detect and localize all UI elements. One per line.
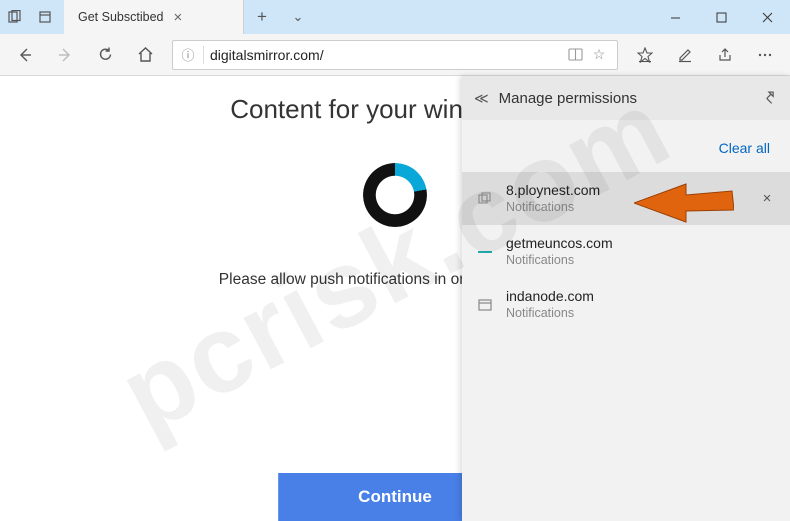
permission-domain: indanode.com bbox=[506, 288, 776, 306]
refresh-button[interactable] bbox=[86, 36, 124, 74]
separator bbox=[203, 46, 204, 64]
window-controls bbox=[652, 0, 790, 34]
permission-sub: Notifications bbox=[506, 253, 776, 269]
tab-close-icon[interactable]: × bbox=[173, 9, 182, 26]
tab-title: Get Subsctibed bbox=[78, 10, 163, 24]
reading-view-icon[interactable] bbox=[563, 47, 587, 62]
share-button[interactable] bbox=[706, 36, 744, 74]
permission-text: indanode.comNotifications bbox=[506, 288, 776, 321]
tabs-list-icon[interactable] bbox=[30, 0, 60, 34]
permission-item[interactable]: 8.ploynest.comNotifications× bbox=[462, 172, 790, 225]
toolbar: ⓘ digitalsmirror.com/ ☆ bbox=[0, 34, 790, 76]
browser-tab[interactable]: Get Subsctibed × bbox=[64, 0, 244, 34]
permission-item[interactable]: getmeuncos.comNotifications bbox=[462, 225, 790, 278]
permission-text: getmeuncos.comNotifications bbox=[506, 235, 776, 268]
favorite-star-icon[interactable]: ☆ bbox=[587, 46, 611, 63]
clear-all-link[interactable]: Clear all bbox=[719, 140, 770, 156]
permission-sub: Notifications bbox=[506, 306, 776, 322]
panel-back-icon[interactable]: ≪ bbox=[474, 90, 489, 107]
panel-header: ≪ Manage permissions bbox=[462, 76, 790, 120]
annotation-arrow-icon bbox=[634, 178, 734, 228]
permission-list: 8.ploynest.comNotifications× getmeuncos.c… bbox=[462, 172, 790, 331]
back-button[interactable] bbox=[6, 36, 44, 74]
titlebar-left bbox=[0, 0, 60, 34]
address-bar[interactable]: ⓘ digitalsmirror.com/ ☆ bbox=[172, 40, 618, 70]
tab-chevron-icon[interactable]: ⌄ bbox=[280, 0, 316, 34]
maximize-button[interactable] bbox=[698, 0, 744, 34]
panel-clear-row: Clear all bbox=[462, 120, 790, 172]
remove-permission-icon[interactable]: × bbox=[758, 190, 776, 207]
site-icon bbox=[476, 296, 494, 314]
site-info-icon[interactable]: ⓘ bbox=[179, 45, 197, 64]
panel-pin-icon[interactable] bbox=[764, 90, 778, 107]
close-window-button[interactable] bbox=[744, 0, 790, 34]
home-button[interactable] bbox=[126, 36, 164, 74]
site-icon bbox=[476, 243, 494, 261]
panel-title: Manage permissions bbox=[499, 90, 754, 107]
tabs-aside-icon[interactable] bbox=[0, 0, 30, 34]
titlebar: Get Subsctibed × + ⌄ bbox=[0, 0, 790, 34]
url-text: digitalsmirror.com/ bbox=[210, 47, 563, 63]
settings-more-button[interactable] bbox=[746, 36, 784, 74]
permission-domain: getmeuncos.com bbox=[506, 235, 776, 253]
permission-item[interactable]: indanode.comNotifications bbox=[462, 278, 790, 331]
notes-button[interactable] bbox=[666, 36, 704, 74]
new-tab-button[interactable]: + bbox=[244, 0, 280, 34]
forward-button[interactable] bbox=[46, 36, 84, 74]
minimize-button[interactable] bbox=[652, 0, 698, 34]
permissions-panel: ≪ Manage permissions Clear all 8.ploynes… bbox=[462, 76, 790, 521]
site-icon bbox=[476, 190, 494, 208]
loading-spinner-icon bbox=[363, 163, 427, 227]
favorites-button[interactable] bbox=[626, 36, 664, 74]
